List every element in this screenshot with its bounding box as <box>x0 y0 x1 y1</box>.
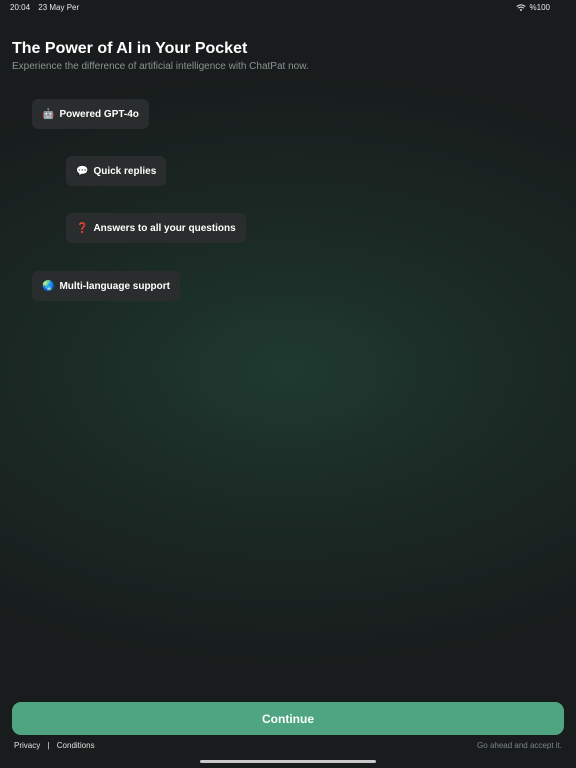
feature-label: Powered GPT-4o <box>59 108 139 120</box>
status-date: 23 May Per <box>38 3 80 12</box>
home-indicator[interactable] <box>200 760 376 763</box>
continue-button[interactable]: Continue <box>12 702 564 735</box>
footer-links: Privacy | Conditions <box>14 741 95 750</box>
status-right: %100 <box>515 3 550 12</box>
feature-chip-answers: ❓ Answers to all your questions <box>66 213 246 243</box>
status-bar: 20:04 23 May Per %100 <box>0 0 576 16</box>
question-mark-icon: ❓ <box>76 222 89 234</box>
status-time: 20:04 <box>10 3 31 12</box>
battery-level: %100 <box>529 3 550 12</box>
page-title: The Power of AI in Your Pocket <box>12 40 248 57</box>
footer-separator: | <box>47 741 50 750</box>
status-left: 20:04 23 May Per <box>10 3 85 12</box>
feature-label: Multi-language support <box>59 280 170 292</box>
feature-label: Quick replies <box>93 165 157 177</box>
feature-chip-multi-language: 🌏 Multi-language support <box>32 271 180 301</box>
feature-label: Answers to all your questions <box>93 222 236 234</box>
speech-bubble-icon: 💬 <box>76 165 89 177</box>
wifi-icon <box>515 4 526 11</box>
footer-note: Go ahead and accept it. <box>477 741 562 750</box>
robot-icon: 🤖 <box>42 108 55 120</box>
page-subtitle: Experience the difference of artificial … <box>12 61 309 72</box>
feature-chip-gpt4o: 🤖 Powered GPT-4o <box>32 99 149 129</box>
conditions-link[interactable]: Conditions <box>57 741 95 750</box>
globe-icon: 🌏 <box>42 280 55 292</box>
privacy-link[interactable]: Privacy <box>14 741 40 750</box>
feature-chip-quick-replies: 💬 Quick replies <box>66 156 167 186</box>
